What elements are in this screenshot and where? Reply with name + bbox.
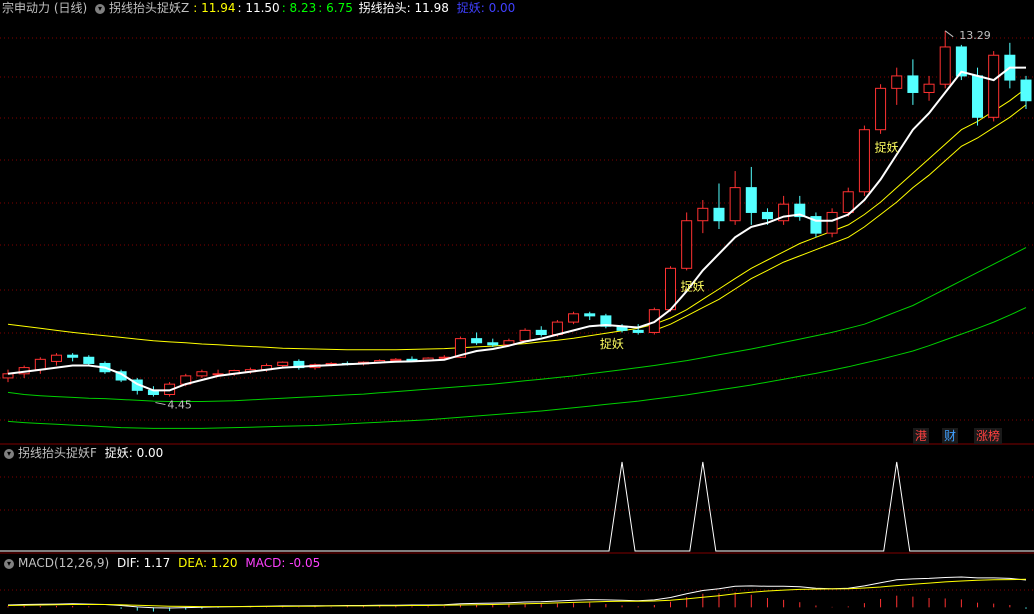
signal-spike-line xyxy=(0,461,1034,552)
candle-down xyxy=(535,329,547,335)
macd-dif-line xyxy=(7,576,1027,609)
candle-up xyxy=(50,354,62,362)
signal-mark: 捉妖 xyxy=(875,140,899,155)
badge-hk[interactable]: 港 xyxy=(913,428,930,444)
macd-menu-icon[interactable]: ▾ xyxy=(4,558,14,569)
badge-finance-label: 财 xyxy=(944,429,957,443)
macd-title[interactable]: MACD(12,26,9) xyxy=(18,556,109,570)
badge-gainers[interactable]: 涨榜 xyxy=(974,428,1003,444)
candle-down xyxy=(907,75,919,93)
indicator-menu-icon[interactable]: ▾ xyxy=(95,3,106,14)
sub-panel-title[interactable]: 拐线抬头捉妖F xyxy=(18,446,97,460)
candle-down xyxy=(83,356,95,364)
candle-up xyxy=(196,371,208,377)
candle-up xyxy=(875,87,887,131)
chart-canvas: 13.294.45捉妖捉妖捉妖 xyxy=(0,29,1034,612)
macd-value: MACD: -0.05 xyxy=(245,556,321,570)
candle-up xyxy=(519,329,531,342)
candle-up xyxy=(664,267,677,311)
signal-mark: 捉妖 xyxy=(681,278,705,293)
candle-up xyxy=(729,187,741,222)
macd-panel-header: ▾ MACD(12,26,9) DIF: 1.17 DEA: 1.20 MACD:… xyxy=(4,555,324,571)
candle-down xyxy=(487,342,499,346)
macd-dif: DIF: 1.17 xyxy=(116,556,171,570)
high-price-label: 13.29 xyxy=(959,29,991,42)
candle-down xyxy=(745,187,757,213)
sub-panel-value: 捉妖: 0.00 xyxy=(104,446,164,460)
candle-up xyxy=(390,358,402,362)
badge-gainers-label: 涨榜 xyxy=(976,429,1001,443)
indicator-value-3: : 6.75 xyxy=(318,1,353,15)
candle-up xyxy=(568,313,580,323)
stock-title[interactable]: 宗申动力 (日线) xyxy=(2,1,87,15)
candle-up xyxy=(681,220,693,269)
yellow-upper-line xyxy=(7,87,1027,351)
sub-indicator-menu-icon[interactable]: ▾ xyxy=(4,448,14,459)
indicator-name[interactable]: 拐线抬头捉妖Z xyxy=(109,1,189,15)
candle-up xyxy=(939,46,951,85)
badge-finance[interactable]: 财 xyxy=(942,428,959,444)
candle-down xyxy=(713,207,725,222)
line-label: 拐线抬头: 11.98 xyxy=(358,1,449,15)
low-price-label: 4.45 xyxy=(167,399,192,412)
candle-up xyxy=(923,83,935,93)
signal-mark: 捉妖 xyxy=(600,336,624,351)
candle-up xyxy=(2,373,14,379)
indicator-values: : 11.94: 11.50: 8.23: 6.75 xyxy=(193,1,355,15)
candle-down xyxy=(584,313,596,317)
candle-up xyxy=(34,358,46,371)
candle-up xyxy=(842,191,854,213)
indicator-value-2: : 8.23 xyxy=(281,1,317,15)
candle-down xyxy=(471,338,483,344)
white-line xyxy=(7,66,1026,392)
candle-up xyxy=(826,211,838,234)
indicator-value-1: : 11.50 xyxy=(237,1,280,15)
green-lower-line xyxy=(7,307,1027,429)
candle-down xyxy=(1020,79,1032,102)
candle-down xyxy=(406,358,418,361)
candle-up xyxy=(697,207,709,222)
candle-down xyxy=(67,354,79,358)
low-price-arrow xyxy=(155,402,166,406)
candle-down xyxy=(632,329,644,333)
candle-up xyxy=(277,361,289,367)
candle-up xyxy=(858,129,870,193)
badge-hk-label: 港 xyxy=(915,429,928,443)
main-panel-header: 宗申动力 (日线) ▾ 拐线抬头捉妖Z : 11.94: 11.50: 8.23: … xyxy=(2,0,519,16)
sub-panel-header: ▾ 拐线抬头捉妖F 捉妖: 0.00 xyxy=(4,445,167,461)
candle-down xyxy=(761,211,773,220)
candle-up xyxy=(988,54,1000,118)
signal-label: 捉妖: 0.00 xyxy=(456,1,516,15)
high-price-arrow xyxy=(944,30,954,38)
indicator-value-0: : 11.94 xyxy=(193,1,236,15)
candle-up xyxy=(891,75,903,89)
candle-down xyxy=(972,75,984,118)
macd-dea: DEA: 1.20 xyxy=(178,556,238,570)
